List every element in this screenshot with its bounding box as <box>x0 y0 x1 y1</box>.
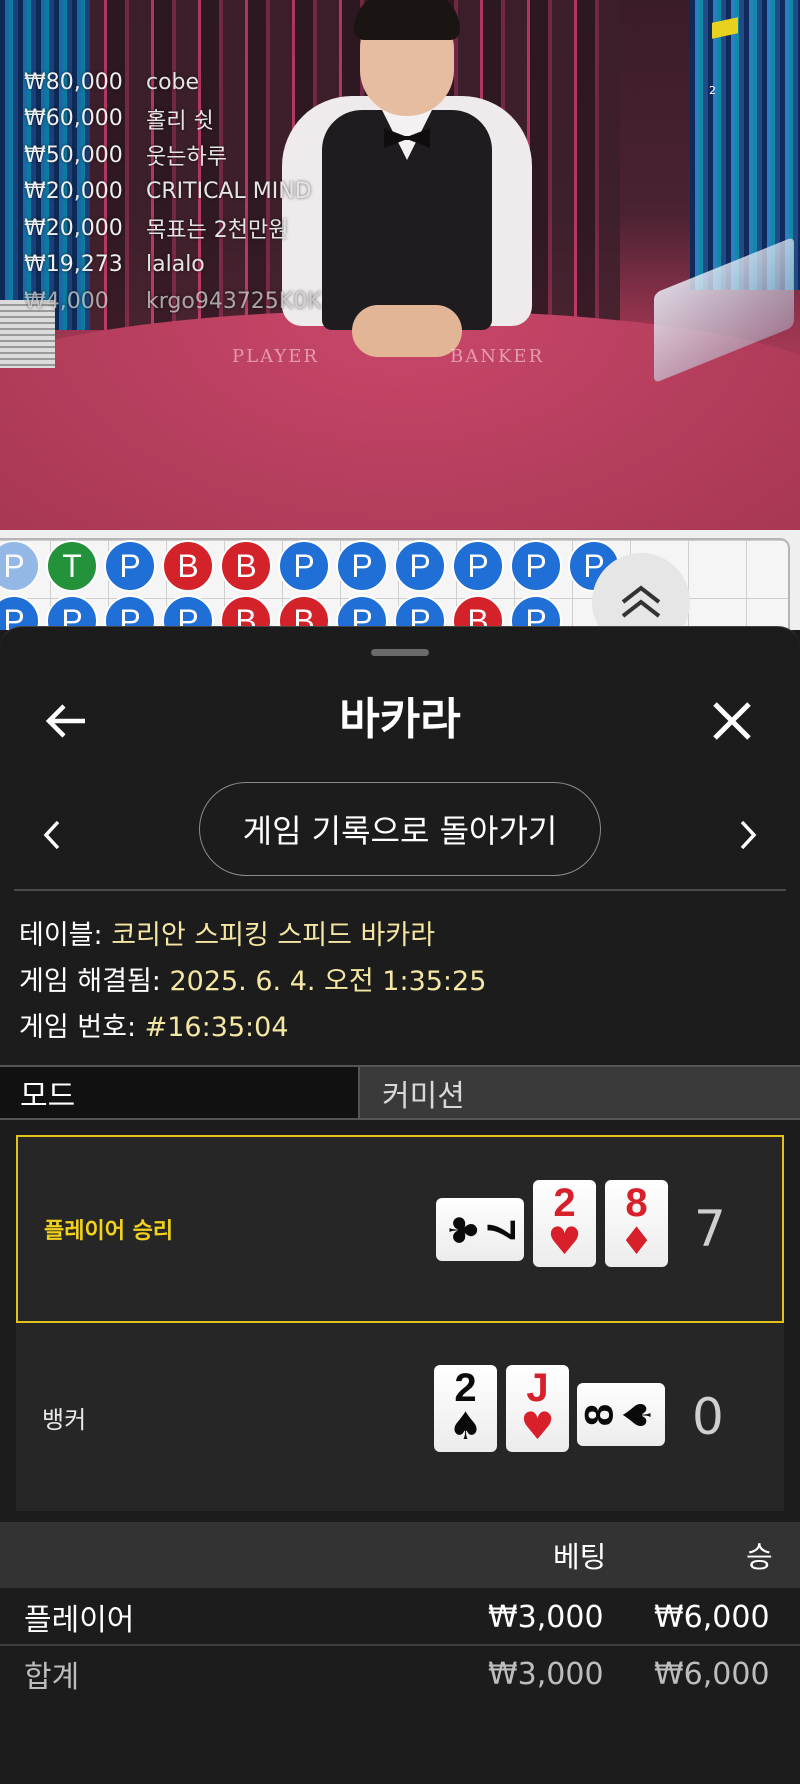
previous-game-button[interactable] <box>22 805 82 865</box>
close-icon <box>713 702 751 740</box>
bet-row-amount: ₩3,000 <box>488 1599 604 1635</box>
game-number: #16:35:04 <box>144 1012 289 1043</box>
bet-row-name: 합계 <box>24 1660 80 1695</box>
table-banker-text: BANKER <box>450 346 545 367</box>
player-card-1: 7 ♣ <box>436 1198 524 1261</box>
back-to-history-button[interactable]: 게임 기록으로 돌아가기 <box>199 782 601 876</box>
info-game-number: 게임 번호: #16:35:04 <box>19 1012 289 1043</box>
winner-row: ₩19,273 lalalo <box>24 252 205 278</box>
header-bet: 베팅 <box>553 1540 607 1574</box>
bead-p: P <box>394 540 446 592</box>
resolved-time: 2025. 6. 4. 오전 1:35:25 <box>169 966 487 997</box>
info-table: 테이블: 코리안 스피킹 스피드 바카라 <box>19 920 436 951</box>
table-player-text: PLAYER <box>232 346 319 367</box>
video-corner-number: 2 <box>709 84 716 97</box>
tab-mode[interactable]: 모드 <box>0 1067 360 1118</box>
banker-hand-label: 뱅커 <box>42 1405 87 1434</box>
live-video-feed: 2 PLAYER BANKER ₩80,000 cobe ₩60,000 홀리 쉿 … <box>0 0 800 530</box>
bet-row-player: 플레이어 ₩3,000 ₩6,000 <box>0 1589 800 1645</box>
bet-row-win: ₩6,000 <box>654 1599 770 1635</box>
tab-commission[interactable]: 커미션 <box>360 1067 800 1118</box>
winner-row: ₩50,000 웃는하루 <box>24 142 227 171</box>
top-winners-list: ₩80,000 cobe ₩60,000 홀리 쉿 ₩50,000 웃는하루 ₩20,… <box>24 64 322 320</box>
player-hand: 플레이어 승리 7 ♣ 2 ♥ 8 ♦ 7 <box>16 1135 784 1323</box>
next-game-button[interactable] <box>718 805 778 865</box>
bets-table-header: 베팅 승 <box>0 1522 800 1588</box>
bead-p: P <box>336 540 388 592</box>
bead-p: P <box>278 540 330 592</box>
bet-row-win: ₩6,000 <box>654 1656 770 1692</box>
winner-row: ₩20,000 목표는 2천만원 <box>24 215 289 244</box>
section-divider <box>14 889 786 891</box>
player-score: 7 <box>694 1200 726 1258</box>
bead-p: P <box>104 540 156 592</box>
bead-t: T <box>46 540 98 592</box>
bead-b: B <box>162 540 214 592</box>
winner-row: ₩60,000 홀리 쉿 <box>24 106 214 134</box>
header-win: 승 <box>746 1540 773 1574</box>
player-hand-label: 플레이어 승리 <box>44 1219 174 1244</box>
banker-card-2: J ♥ <box>506 1365 569 1452</box>
sheet-title: 바카라 <box>339 694 461 745</box>
winner-row: ₩20,000 CRITICAL MIND <box>24 179 312 205</box>
bet-row-total: 합계 ₩3,000 ₩6,000 <box>0 1646 800 1702</box>
winner-row: ₩80,000 cobe <box>24 69 200 95</box>
info-resolved: 게임 해결됨: 2025. 6. 4. 오전 1:35:25 <box>19 966 487 997</box>
bead-p: P <box>510 540 562 592</box>
banker-score: 0 <box>692 1388 724 1446</box>
sheet-drag-handle[interactable] <box>371 649 429 656</box>
player-card-3: 8 ♦ <box>605 1180 668 1267</box>
bet-row-amount: ₩3,000 <box>488 1656 604 1692</box>
close-button[interactable] <box>697 681 767 761</box>
bead-p: P <box>452 540 504 592</box>
banker-hand: 뱅커 2 ♠ J ♥ 8 ♠ 0 <box>16 1323 784 1511</box>
banker-card-3: 8 ♠ <box>577 1383 665 1446</box>
chevron-left-icon <box>43 820 60 850</box>
mode-tabs: 모드 커미션 <box>0 1065 800 1120</box>
table-name: 코리안 스피킹 스피드 바카라 <box>111 920 436 951</box>
bead-b: B <box>220 540 272 592</box>
banker-card-1: 2 ♠ <box>434 1365 497 1452</box>
player-card-2: 2 ♥ <box>533 1180 596 1267</box>
double-chevron-up-icon <box>621 585 661 618</box>
chevron-right-icon <box>740 820 757 850</box>
bet-row-name: 플레이어 <box>24 1603 135 1638</box>
winner-row: ₩4,000 krgo943725K0K <box>24 288 322 314</box>
